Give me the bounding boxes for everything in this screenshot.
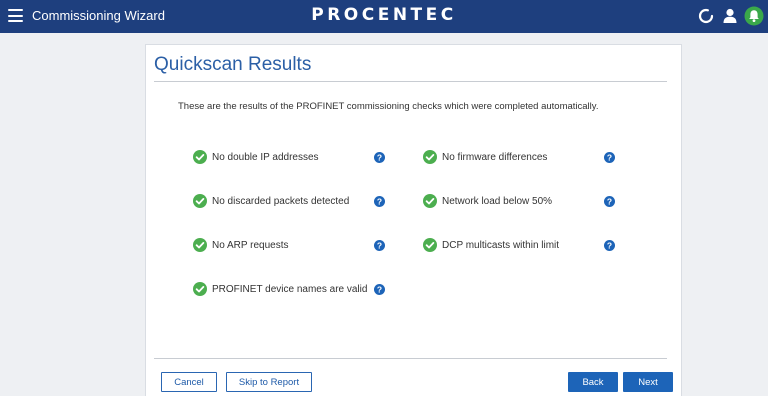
skip-to-report-button[interactable]: Skip to Report [226, 372, 312, 392]
cancel-button[interactable]: Cancel [161, 372, 217, 392]
check-circle-icon [423, 150, 437, 164]
question-circle-icon[interactable]: ? [604, 152, 615, 163]
brand-logo: PROCENTEC [311, 5, 457, 25]
svg-text:?: ? [607, 153, 612, 163]
svg-text:?: ? [377, 197, 382, 207]
check-circle-icon [193, 150, 207, 164]
top-bar: Commissioning Wizard PROCENTEC [0, 0, 768, 33]
check-item: Network load below 50% [423, 193, 552, 209]
intro-text: These are the results of the PROFINET co… [178, 101, 599, 112]
check-label: DCP multicasts within limit [442, 239, 560, 251]
check-label: PROFINET device names are valid [212, 283, 368, 295]
check-label: No discarded packets detected [212, 195, 350, 207]
user-icon[interactable] [720, 6, 740, 26]
question-circle-icon[interactable]: ? [604, 240, 615, 251]
page-title: Quickscan Results [154, 54, 312, 75]
check-item: No double IP addresses [193, 149, 319, 165]
check-item: No discarded packets detected [193, 193, 349, 209]
check-circle-icon [193, 194, 207, 208]
question-circle-icon[interactable]: ? [374, 196, 385, 207]
check-circle-icon [193, 238, 207, 252]
check-label: No firmware differences [442, 151, 548, 163]
svg-text:?: ? [607, 197, 612, 207]
next-button[interactable]: Next [623, 372, 673, 392]
svg-text:?: ? [377, 285, 382, 295]
check-circle-icon [193, 282, 207, 296]
check-label: No ARP requests [212, 239, 289, 251]
quickscan-results-card: Quickscan Results These are the results … [145, 44, 682, 396]
question-circle-icon[interactable]: ? [604, 196, 615, 207]
footer-divider [154, 358, 667, 359]
check-label: Network load below 50% [442, 195, 553, 207]
question-circle-icon[interactable]: ? [374, 152, 385, 163]
progress-spinner-icon[interactable] [696, 6, 716, 26]
check-item: No firmware differences [423, 149, 547, 165]
notification-bell-icon[interactable] [744, 6, 764, 26]
check-label: No double IP addresses [212, 151, 319, 163]
svg-text:?: ? [377, 153, 382, 163]
svg-text:?: ? [377, 241, 382, 251]
check-circle-icon [423, 238, 437, 252]
question-circle-icon[interactable]: ? [374, 284, 385, 295]
check-circle-icon [423, 194, 437, 208]
check-item: DCP multicasts within limit [423, 237, 559, 253]
question-circle-icon[interactable]: ? [374, 240, 385, 251]
check-item: No ARP requests [193, 237, 289, 253]
svg-text:?: ? [607, 241, 612, 251]
title-divider [154, 81, 667, 82]
back-button[interactable]: Back [568, 372, 618, 392]
check-item: PROFINET device names are valid [193, 281, 367, 297]
